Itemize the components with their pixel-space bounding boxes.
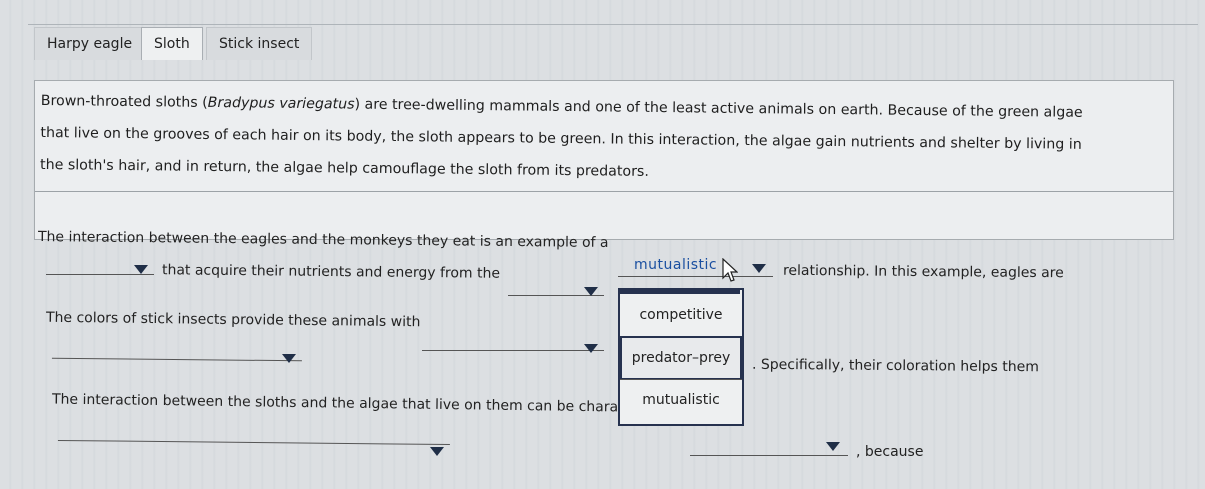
tab-sloth[interactable]: Sloth: [141, 27, 203, 60]
passage-line-1-end: ) are tree-dwelling mammals and one of t…: [354, 96, 1083, 121]
q2-text-1: The colors of stick insects provide thes…: [45, 309, 421, 331]
option-competitive[interactable]: competitive: [620, 295, 742, 335]
option-mutualistic[interactable]: mutualistic: [620, 379, 742, 420]
tab-harpy-eagle[interactable]: Harpy eagle: [34, 27, 146, 60]
passage-text: Brown-throated sloths (Bradypus variegat…: [40, 85, 1161, 194]
mouse-pointer-icon: [722, 258, 738, 282]
species-name: Bradypus variegatus: [207, 94, 355, 113]
tab-bar: Harpy eagle Sloth Stick insect: [28, 24, 1198, 83]
q3-type-dropdown[interactable]: [57, 425, 451, 446]
option-predator-prey[interactable]: predator–prey: [620, 336, 742, 380]
q3-text-1: The interaction between the sloths and t…: [51, 391, 695, 417]
q1-selected-value: mutualistic: [634, 257, 718, 273]
q3-reason-dropdown[interactable]: [690, 441, 848, 456]
q2-adaptation-dropdown[interactable]: [422, 336, 604, 351]
passage-line-1-start: Brown-throated sloths (: [40, 92, 208, 111]
q3-reason-arrow-icon[interactable]: [826, 442, 840, 451]
sloth-passage-panel: Brown-throated sloths (Bradypus variegat…: [34, 80, 1174, 240]
q3-text-2: , because: [856, 444, 924, 460]
dropdown-top-bar: [618, 288, 740, 294]
q1-text-3: that acquire their nutrients and energy …: [161, 262, 501, 282]
q1-role-arrow-icon[interactable]: [134, 265, 148, 274]
tab-stick-insect[interactable]: Stick insect: [206, 27, 313, 60]
passage-divider: [35, 191, 1173, 192]
q2-benefit-arrow-icon[interactable]: [282, 354, 296, 363]
q3-type-arrow-icon[interactable]: [430, 447, 444, 456]
q1-text-2: relationship. In this example, eagles ar…: [782, 262, 1064, 282]
q2-text-2: . Specifically, their coloration helps t…: [751, 356, 1040, 376]
q1-source-arrow-icon[interactable]: [584, 287, 598, 296]
q2-benefit-dropdown[interactable]: [51, 343, 303, 362]
q2-adaptation-arrow-icon[interactable]: [584, 344, 598, 353]
relationship-options-list: competitive predator–prey mutualistic: [618, 288, 744, 426]
q1-dropdown-arrow-icon[interactable]: [752, 264, 766, 273]
